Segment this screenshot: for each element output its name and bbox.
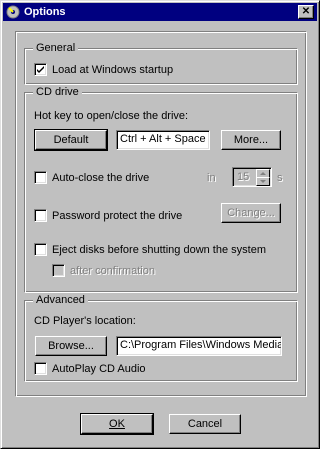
autoplay-checkbox[interactable] bbox=[34, 362, 47, 375]
password-checkbox[interactable] bbox=[34, 209, 47, 222]
spin-down-button[interactable] bbox=[256, 177, 270, 186]
auto-close-label[interactable]: Auto-close the drive bbox=[52, 171, 149, 185]
options-window: Options ✕ General Load at Windows startu… bbox=[0, 0, 320, 449]
seconds-spinner[interactable]: 15 bbox=[232, 167, 272, 187]
seconds-unit: s bbox=[277, 172, 283, 184]
cd-drive-group-title: CD drive bbox=[33, 85, 82, 99]
window-title: Options bbox=[24, 6, 66, 18]
hotkey-value: Ctrl + Alt + Space bbox=[120, 133, 206, 145]
cancel-button-label: Cancel bbox=[187, 418, 223, 430]
location-field[interactable]: C:\Program Files\Windows Media bbox=[116, 336, 282, 356]
browse-button[interactable]: Browse... bbox=[35, 336, 107, 356]
change-button[interactable]: Change... bbox=[221, 203, 281, 223]
in-label: in bbox=[207, 172, 216, 184]
default-button[interactable]: Default bbox=[34, 129, 108, 151]
cd-drive-group: CD drive Hot key to open/close the drive… bbox=[24, 85, 298, 293]
general-group-title: General bbox=[33, 41, 79, 55]
default-button-label: Default bbox=[53, 134, 89, 146]
load-at-startup-checkbox[interactable] bbox=[34, 63, 47, 76]
general-group: General Load at Windows startup bbox=[24, 41, 298, 85]
options-panel: General Load at Windows startup CD drive… bbox=[15, 31, 307, 397]
autoplay-label[interactable]: AutoPlay CD Audio bbox=[52, 362, 146, 376]
advanced-group: Advanced CD Player's location: Browse...… bbox=[24, 293, 298, 382]
change-button-label: Change... bbox=[227, 207, 275, 219]
cd-app-icon bbox=[6, 5, 20, 19]
more-button[interactable]: More... bbox=[221, 130, 281, 150]
cancel-button[interactable]: Cancel bbox=[169, 414, 241, 434]
after-confirmation-label[interactable]: after confirmation bbox=[70, 264, 155, 278]
spin-up-icon bbox=[260, 172, 266, 175]
hotkey-label: Hot key to open/close the drive: bbox=[34, 110, 189, 122]
hotkey-field[interactable]: Ctrl + Alt + Space bbox=[116, 130, 210, 150]
auto-close-checkbox[interactable] bbox=[34, 171, 47, 184]
title-bar[interactable]: Options ✕ bbox=[3, 3, 317, 21]
location-value: C:\Program Files\Windows Media bbox=[120, 339, 282, 351]
load-at-startup-label[interactable]: Load at Windows startup bbox=[52, 63, 173, 77]
check-icon bbox=[37, 66, 44, 73]
spin-down-icon bbox=[260, 180, 266, 183]
after-confirmation-checkbox[interactable] bbox=[52, 264, 65, 277]
password-label[interactable]: Password protect the drive bbox=[52, 209, 182, 223]
eject-checkbox[interactable] bbox=[34, 243, 47, 256]
close-icon: ✕ bbox=[301, 6, 311, 17]
ok-button-label: OK bbox=[109, 418, 125, 430]
close-button[interactable]: ✕ bbox=[298, 5, 314, 19]
browse-button-label: Browse... bbox=[48, 340, 94, 352]
more-button-label: More... bbox=[233, 134, 269, 146]
seconds-value: 15 bbox=[237, 171, 250, 183]
location-label: CD Player's location: bbox=[34, 315, 136, 327]
eject-label[interactable]: Eject disks before shutting down the sys… bbox=[52, 243, 266, 257]
ok-button[interactable]: OK bbox=[80, 413, 154, 435]
advanced-group-title: Advanced bbox=[33, 293, 88, 307]
